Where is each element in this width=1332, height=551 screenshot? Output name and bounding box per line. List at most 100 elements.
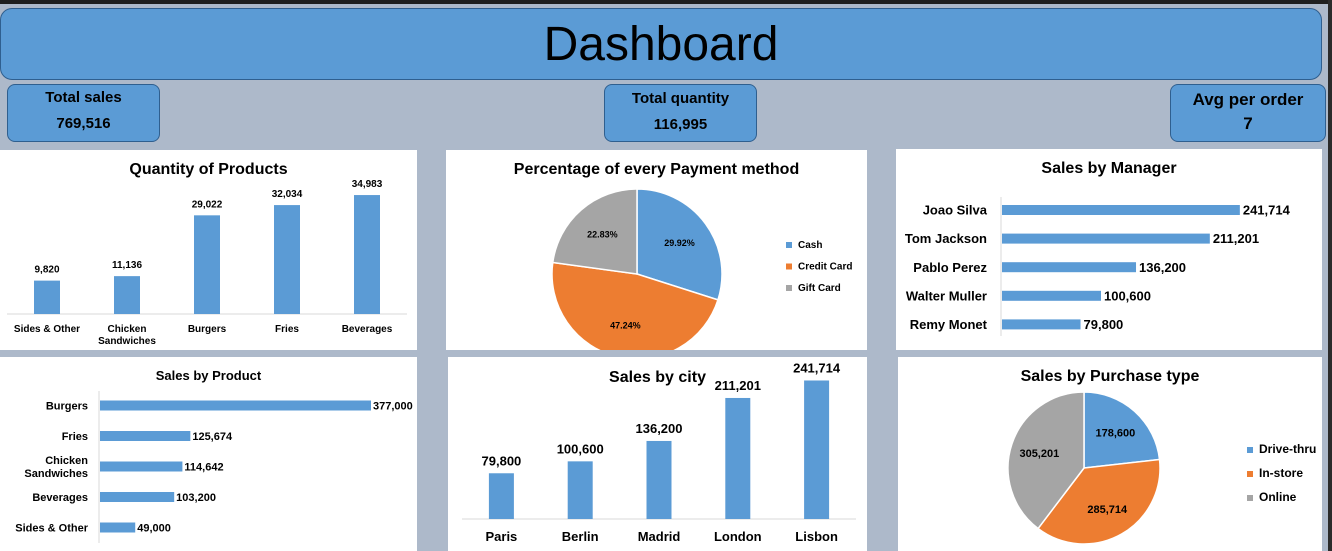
- data-label: 11,136: [112, 260, 142, 271]
- bar: [114, 276, 140, 314]
- manager-chart-panel: Sales by Manager 241,714 Joao Silva 211,20…: [896, 149, 1322, 350]
- category-label: Fries: [62, 431, 88, 443]
- bar: [1002, 319, 1081, 330]
- quantity-chart-panel: Quantity of Products 9,820 Sides & Other 1…: [0, 150, 417, 350]
- bar: [100, 461, 183, 472]
- data-label: 22.83%: [587, 229, 618, 239]
- data-label: 47.24%: [610, 321, 641, 331]
- kpi-total-quantity: Total quantity 116,995: [604, 84, 757, 142]
- category-label: Madrid: [638, 529, 681, 544]
- legend-label: Cash: [798, 240, 822, 251]
- quantity-chart: 9,820 Sides & Other 11,136 ChickenSandwiche…: [7, 179, 407, 347]
- data-label: 211,201: [1213, 231, 1259, 246]
- category-label: Burgers: [46, 400, 88, 412]
- payment-chart: 29.92% 47.24% 22.83% Cash Credit Card Gift Ca…: [551, 188, 852, 350]
- bar: [100, 431, 191, 441]
- bar: [100, 400, 371, 411]
- bar: [725, 397, 751, 519]
- legend-swatch: [786, 285, 792, 291]
- data-label: 136,200: [636, 421, 683, 436]
- manager-chart: 241,714 Joao Silva 211,201 Tom Jackson 136,2…: [905, 197, 1291, 336]
- legend-label: Drive-thru: [1259, 442, 1316, 456]
- product-chart-panel: Sales by Product 377,000 Burgers 125,674 Fr…: [0, 357, 417, 551]
- category-label: Sides & Other: [14, 324, 80, 335]
- data-label: 9,820: [34, 265, 59, 276]
- kpi-value: 7: [1243, 114, 1253, 133]
- data-label: 103,200: [176, 492, 216, 504]
- purchase-chart: 178,600 285,714 305,201 Drive-thru In-store O…: [1007, 391, 1316, 545]
- data-label: 34,983: [352, 179, 383, 190]
- data-label: 29.92%: [664, 238, 695, 248]
- legend-label: Gift Card: [798, 283, 841, 294]
- window-top-edge: [0, 0, 1332, 4]
- category-label: Sandwiches: [98, 336, 156, 347]
- legend-label: In-store: [1259, 466, 1303, 480]
- category-label: Remy Monet: [910, 317, 988, 332]
- category-label: Paris: [485, 529, 517, 544]
- dashboard-title: Dashboard: [0, 8, 1322, 80]
- data-label: 125,674: [192, 431, 233, 443]
- category-label: Lisbon: [795, 529, 838, 544]
- bar: [100, 492, 175, 502]
- data-label: 211,201: [715, 378, 761, 393]
- legend-label: Credit Card: [798, 262, 852, 273]
- category-label: Pablo Perez: [913, 260, 987, 275]
- bar: [1002, 262, 1137, 273]
- category-label: Sides & Other: [15, 522, 88, 534]
- category-label: Chicken: [108, 324, 147, 335]
- kpi-label: Total sales: [45, 89, 122, 106]
- data-label: 377,000: [373, 400, 413, 412]
- category-label: Fries: [275, 324, 299, 335]
- category-label: Beverages: [32, 492, 88, 504]
- kpi-avg-per-order: Avg per order 7: [1170, 84, 1326, 142]
- legend-swatch: [1247, 471, 1253, 477]
- category-label: Burgers: [188, 324, 227, 335]
- bar: [100, 522, 136, 533]
- kpi-label: Total quantity: [631, 90, 730, 107]
- data-label: 305,201: [1019, 448, 1059, 460]
- data-label: 29,022: [192, 199, 223, 210]
- kpi-value: 769,516: [56, 115, 111, 132]
- data-label: 100,600: [1104, 288, 1151, 303]
- legend-label: Online: [1259, 490, 1297, 504]
- category-label: Berlin: [562, 529, 599, 544]
- category-label: Chicken: [45, 455, 88, 467]
- category-label: Sandwiches: [24, 468, 88, 480]
- category-label: Beverages: [342, 324, 393, 335]
- city-chart: 79,800 Paris 100,600 Berlin 136,200 Madrid 211…: [462, 360, 856, 544]
- bar: [1002, 290, 1101, 301]
- data-label: 136,200: [1139, 260, 1186, 275]
- category-label: London: [714, 529, 762, 544]
- bar: [274, 205, 300, 314]
- category-label: Tom Jackson: [905, 231, 987, 246]
- payment-chart-panel: Percentage of every Payment method 29.92…: [446, 150, 867, 350]
- window-right-edge: [1328, 0, 1332, 551]
- bar: [1002, 205, 1240, 215]
- data-label: 79,800: [1084, 317, 1124, 332]
- bar: [194, 215, 220, 314]
- data-label: 114,642: [184, 461, 223, 473]
- bar: [488, 473, 514, 519]
- product-chart: 377,000 Burgers 125,674 Fries 114,642 Chicken…: [15, 391, 413, 543]
- legend-swatch: [786, 242, 792, 248]
- category-label: Walter Muller: [906, 288, 987, 303]
- data-label: 79,800: [482, 453, 522, 468]
- kpi-label: Avg per order: [1192, 90, 1304, 109]
- purchase-chart-panel: Sales by Purchase type 178,600 285,714 305…: [898, 357, 1322, 551]
- data-label: 32,034: [272, 189, 303, 200]
- bar: [646, 440, 672, 519]
- data-label: 49,000: [137, 522, 171, 534]
- kpi-value: 116,995: [653, 116, 708, 133]
- data-label: 241,714: [1243, 203, 1291, 218]
- kpi-total-sales: Total sales 769,516: [7, 84, 160, 142]
- legend-swatch: [1247, 447, 1253, 453]
- category-label: Joao Silva: [923, 203, 988, 218]
- legend-swatch: [1247, 495, 1253, 501]
- bar: [34, 280, 60, 314]
- bar: [1002, 233, 1210, 244]
- bar: [354, 195, 380, 314]
- data-label: 241,714: [793, 360, 841, 375]
- data-label: 100,600: [557, 441, 604, 456]
- bar: [804, 380, 830, 519]
- bar: [567, 461, 593, 519]
